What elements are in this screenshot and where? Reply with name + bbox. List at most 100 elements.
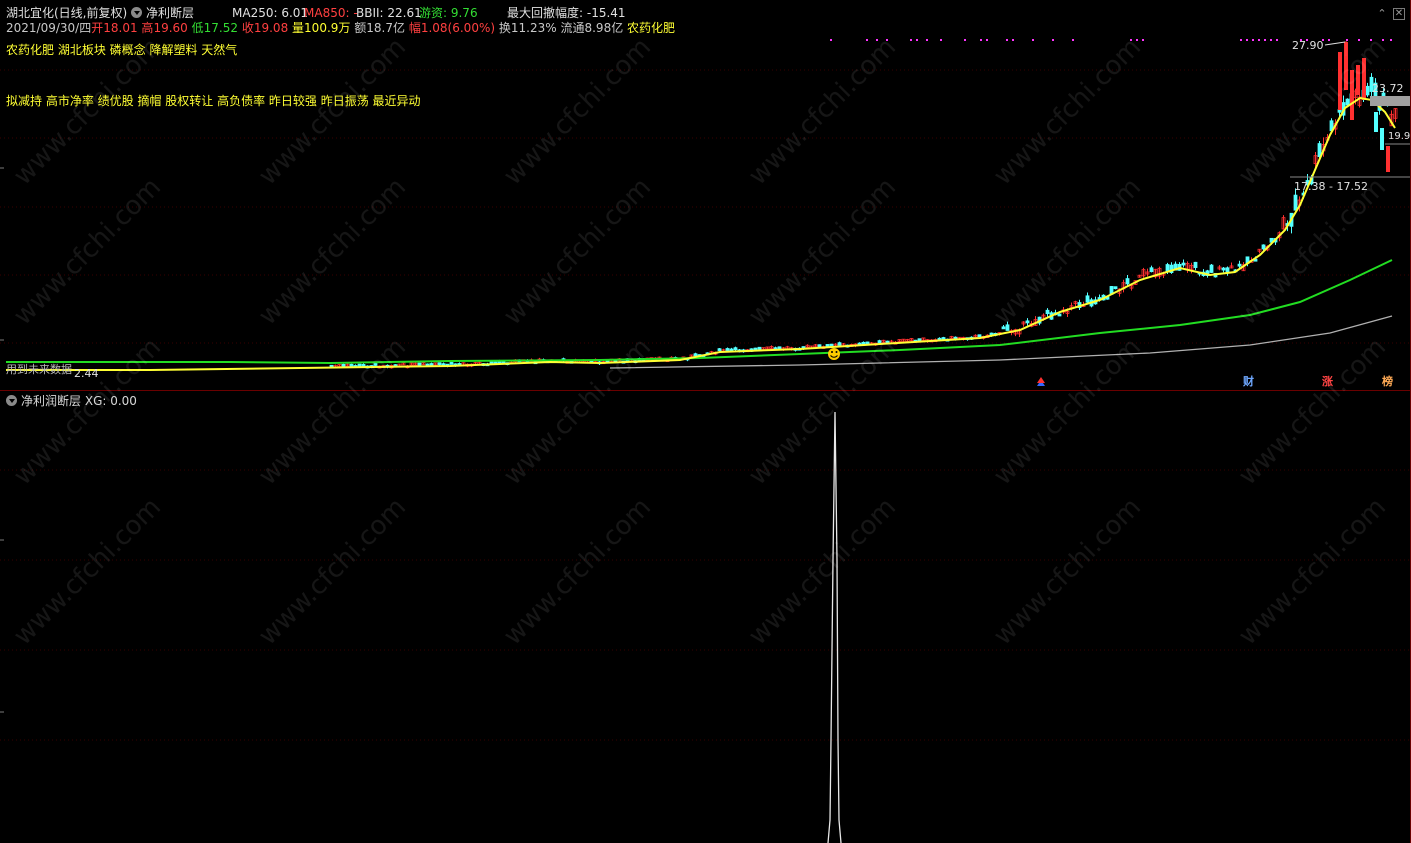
- indicator-selector[interactable]: 净利断层: [131, 6, 194, 21]
- high-label: 高: [141, 21, 154, 35]
- candle-body: [1365, 85, 1370, 96]
- change-label: 幅: [408, 21, 421, 35]
- signal-dot: [980, 39, 982, 41]
- right-price-label-1: 23.72: [1372, 82, 1404, 95]
- industry: 农药化肥: [627, 21, 676, 35]
- xg-value: XG: 0.00: [84, 394, 137, 408]
- signal-dot: [1358, 39, 1360, 41]
- amount-label: 额: [354, 21, 367, 35]
- right-price-label-2: 19.9: [1388, 131, 1411, 142]
- candle-body: [725, 348, 730, 351]
- candle-body: [1337, 109, 1342, 113]
- candle-body: [1149, 267, 1154, 273]
- low-label: 低: [191, 21, 204, 35]
- candle-body: [817, 344, 822, 348]
- open-label: 开: [91, 21, 104, 35]
- candle-body: [437, 362, 442, 366]
- signal-dot: [1142, 39, 1144, 41]
- candle-body: [1085, 295, 1090, 303]
- signal-dot: [1252, 39, 1254, 41]
- candle-body: [1181, 262, 1186, 266]
- vol-label: 量: [292, 21, 305, 35]
- signal-dot: [916, 39, 918, 41]
- dragon-tiger-marker[interactable]: 榜: [1380, 375, 1395, 389]
- collapse-icon[interactable]: ⌃: [1376, 8, 1388, 20]
- left-ticks: [0, 167, 4, 713]
- status-tags: 拟减持 高市净率 绩优股 摘帽 股权转让 高负债率 昨日较强 昨日振荡 最近异动: [6, 94, 421, 108]
- xg-spike-line: [827, 411, 842, 843]
- ma-yellow-line: [6, 96, 1396, 371]
- candle-body: [1221, 267, 1226, 271]
- quote-row: 2021/09/30/四开18.01 高19.60 低17.52 收19.08 …: [6, 21, 675, 36]
- candle-body: [1045, 309, 1050, 315]
- concept-tags: 农药化肥 湖北板块 磷概念 降解塑料 天然气: [6, 43, 238, 57]
- candle-body: [757, 346, 762, 350]
- signal-dot: [910, 39, 912, 41]
- high-value: 19.60: [153, 21, 188, 35]
- vol-value: 100.9万: [304, 21, 351, 35]
- amount-value: 18.7亿: [366, 21, 405, 35]
- candle-body: [1374, 112, 1378, 132]
- candle-body: [1386, 146, 1390, 172]
- signal-dot: [1240, 39, 1242, 41]
- range-label: 17.38 - 17.52: [1294, 180, 1368, 193]
- quote-date: 2021/09/30/四: [6, 21, 92, 35]
- candle-body: [1209, 264, 1214, 273]
- open-value: 18.01: [103, 21, 138, 35]
- lower-indicator-name: 净利润断层: [21, 394, 82, 408]
- candle-body: [717, 348, 722, 352]
- signal-dot: [1264, 39, 1266, 41]
- change-value: 1.08(6.00%): [420, 21, 496, 35]
- stock-title: 湖北宜化(日线,前复权): [6, 6, 128, 20]
- chart-canvas[interactable]: [0, 0, 1411, 843]
- signal-dot: [866, 39, 868, 41]
- signal-dot: [1276, 39, 1278, 41]
- close-value: 19.08: [253, 21, 289, 35]
- candle-body: [977, 334, 982, 338]
- candle-body: [1293, 194, 1298, 211]
- bbi-value: BBII: 22.61: [356, 6, 422, 20]
- limit-up-marker[interactable]: 涨: [1320, 375, 1335, 389]
- float-label: 流通: [560, 21, 585, 35]
- candle-body: [1345, 98, 1350, 106]
- candle-body: [1237, 263, 1242, 267]
- signal-dot: [1072, 39, 1074, 41]
- candle-body: [693, 353, 698, 357]
- youzi-value: 游资: 9.76: [419, 6, 478, 20]
- candle-body: [1113, 286, 1118, 290]
- close-icon[interactable]: ✕: [1393, 8, 1405, 20]
- ma250-value: MA250: 6.01: [232, 6, 309, 20]
- candle-body: [341, 363, 346, 367]
- close-label: 收: [241, 21, 254, 35]
- main-grid: [0, 69, 1410, 344]
- dropdown-icon[interactable]: [6, 395, 17, 406]
- candle-body: [1380, 128, 1384, 150]
- candle-body: [733, 347, 738, 351]
- signal-dot: [1136, 39, 1138, 41]
- low-value: 17.52: [203, 21, 238, 35]
- turnover-value: 11.23%: [510, 21, 557, 35]
- financial-report-marker[interactable]: 财: [1241, 375, 1256, 389]
- candle-body: [449, 362, 454, 365]
- candle-body: [777, 346, 782, 350]
- lower-panel-header[interactable]: 净利润断层 XG: 0.00: [6, 392, 137, 409]
- signal-dot: [1258, 39, 1260, 41]
- low-price-label: 2.44: [74, 367, 99, 380]
- signal-dot: [1390, 39, 1392, 41]
- float-value: 8.98亿: [584, 21, 624, 35]
- candle-body: [837, 342, 842, 346]
- signal-dot: [1346, 39, 1348, 41]
- candle-body: [1057, 313, 1062, 317]
- candle-body: [917, 338, 922, 342]
- dropdown-icon[interactable]: [131, 7, 142, 18]
- future-data-warning: 用到未来数据: [6, 363, 72, 376]
- signal-dot: [1382, 39, 1384, 41]
- smiley-icon: [828, 348, 840, 360]
- signal-dot: [1032, 39, 1034, 41]
- candle-body: [825, 344, 830, 347]
- signal-dot: [964, 39, 966, 41]
- signal-dot: [926, 39, 928, 41]
- candle-body: [1193, 261, 1198, 268]
- turnover-label: 换: [498, 21, 511, 35]
- signal-dot: [1246, 39, 1248, 41]
